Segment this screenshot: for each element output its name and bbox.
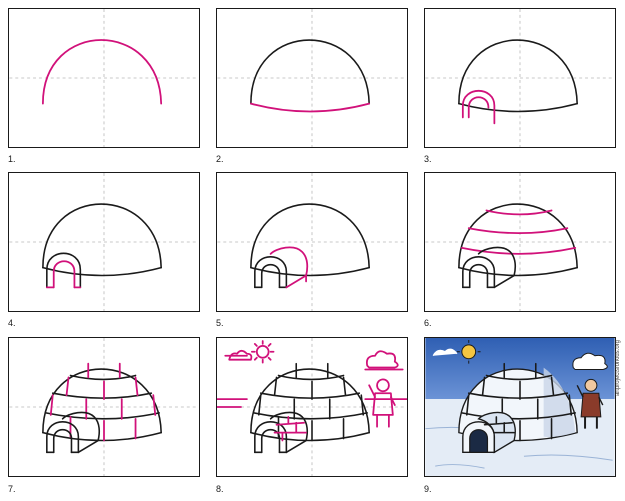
step-number-7: 7. [8,484,16,494]
step-1-drawing [9,9,199,147]
step-panel-3 [424,8,616,148]
step-3-drawing [425,9,615,147]
cloud-icon [364,350,404,371]
step-number-6: 6. [424,318,432,328]
step-5-drawing [217,173,407,311]
step-number-3: 3. [424,154,432,164]
step-panel-8 [216,337,408,477]
step-panel-5 [216,172,408,312]
step-9-colored-drawing [425,338,615,476]
step-number-8: 8. [216,484,224,494]
step-panel-9 [424,337,616,477]
step-panel-4 [8,172,200,312]
step-panel-1 [8,8,200,148]
step-7-drawing [9,338,199,476]
step-panel-7 [8,337,200,477]
step-panel-6 [424,172,616,312]
step-6-drawing [425,173,615,311]
step-4-drawing [9,173,199,311]
step-number-4: 4. [8,318,16,328]
step-2-drawing [217,9,407,147]
step-number-2: 2. [216,154,224,164]
step-number-9: 9. [424,484,432,494]
step-number-1: 1. [8,154,16,164]
sun-icon [250,340,275,364]
person-figure [368,378,396,428]
step-panel-2 [216,8,408,148]
watermark-text: artprojectsforkids.org [615,340,621,397]
step-number-5: 5. [216,318,224,328]
step-8-drawing [217,338,407,476]
